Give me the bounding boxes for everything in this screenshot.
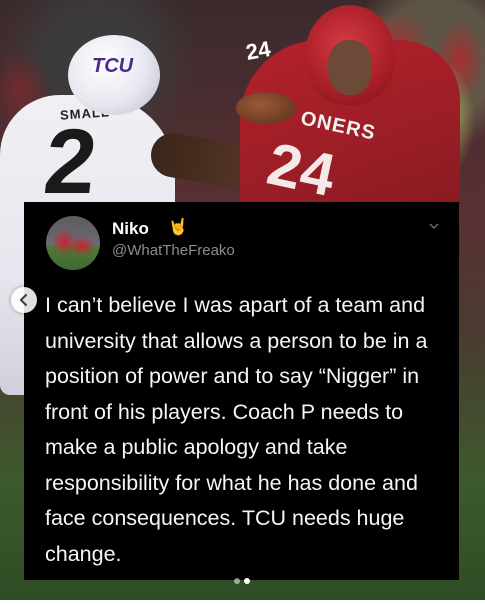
user-handle: @WhatTheFreako <box>112 242 235 259</box>
oklahoma-player-face <box>328 40 372 95</box>
carousel-dot-active[interactable] <box>244 578 250 584</box>
football <box>236 92 296 124</box>
chevron-left-icon <box>19 294 27 306</box>
carousel-dot[interactable] <box>234 578 240 584</box>
oklahoma-jersey-number: 24 <box>261 129 341 210</box>
avatar <box>46 216 100 270</box>
chevron-down-icon <box>429 223 439 229</box>
instagram-post-image: SMALL 2 TCU 24 ONERS 24 Niko 🤘 @WhatTheF… <box>0 0 485 600</box>
tweet-screenshot: Niko 🤘 @WhatTheFreako I can’t believe I … <box>24 202 459 580</box>
carousel-indicator <box>231 578 255 586</box>
carousel-prev-button[interactable] <box>11 287 37 313</box>
oklahoma-shoulder-number: 24 <box>243 36 273 65</box>
tweet-text: I can’t believe I was apart of a team an… <box>45 293 428 566</box>
display-name: Niko <box>112 219 149 238</box>
rock-on-hand-icon: 🤘 <box>168 219 188 236</box>
tcu-helmet-logo: TCU <box>92 55 134 77</box>
